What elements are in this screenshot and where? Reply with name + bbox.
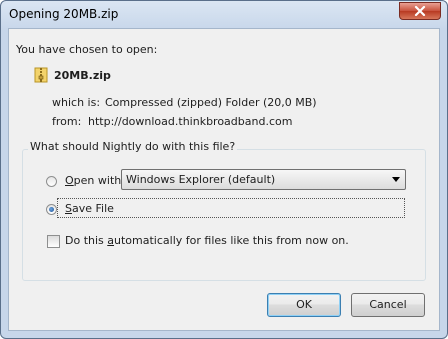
- open-with-label[interactable]: Open with: [65, 174, 121, 187]
- close-icon: [414, 6, 426, 16]
- save-file-radio[interactable]: [46, 204, 57, 215]
- auto-label-post: utomatically for files like this from no…: [114, 234, 349, 247]
- ok-button[interactable]: OK: [267, 293, 341, 317]
- source-url: http://download.thinkbroadband.com: [88, 115, 293, 128]
- cancel-button[interactable]: Cancel: [351, 293, 425, 317]
- auto-checkbox-label[interactable]: Do this automatically for files like thi…: [65, 234, 349, 247]
- which-is-label: which is:: [52, 96, 101, 109]
- group-legend: What should Nightly do with this file?: [28, 140, 238, 153]
- window-title: Opening 20MB.zip: [9, 7, 119, 21]
- open-with-radio[interactable]: [46, 176, 57, 187]
- chevron-down-icon: [392, 177, 400, 182]
- save-file-label[interactable]: Save File: [65, 202, 114, 215]
- intro-label: You have chosen to open:: [16, 43, 158, 56]
- auto-label-accel: a: [107, 234, 115, 247]
- save-file-label-text: ave File: [71, 202, 114, 215]
- open-with-label-text: pen with: [73, 174, 122, 187]
- file-type-value: Compressed (zipped) Folder (20,0 MB): [105, 96, 317, 109]
- auto-label-pre: Do this: [65, 234, 108, 247]
- open-with-app-select[interactable]: Windows Explorer (default): [121, 169, 406, 190]
- dialog-window: Opening 20MB.zip You have chosen to open…: [0, 0, 448, 339]
- close-button[interactable]: [399, 2, 441, 20]
- auto-checkbox[interactable]: [47, 235, 60, 248]
- zip-file-icon: [34, 67, 48, 86]
- title-bar[interactable]: Opening 20MB.zip: [1, 1, 447, 28]
- dialog-body: You have chosen to open: 20MB.zip which …: [8, 28, 440, 331]
- selected-app: Windows Explorer (default): [126, 173, 276, 186]
- file-name: 20MB.zip: [54, 69, 111, 82]
- from-label: from:: [52, 115, 82, 128]
